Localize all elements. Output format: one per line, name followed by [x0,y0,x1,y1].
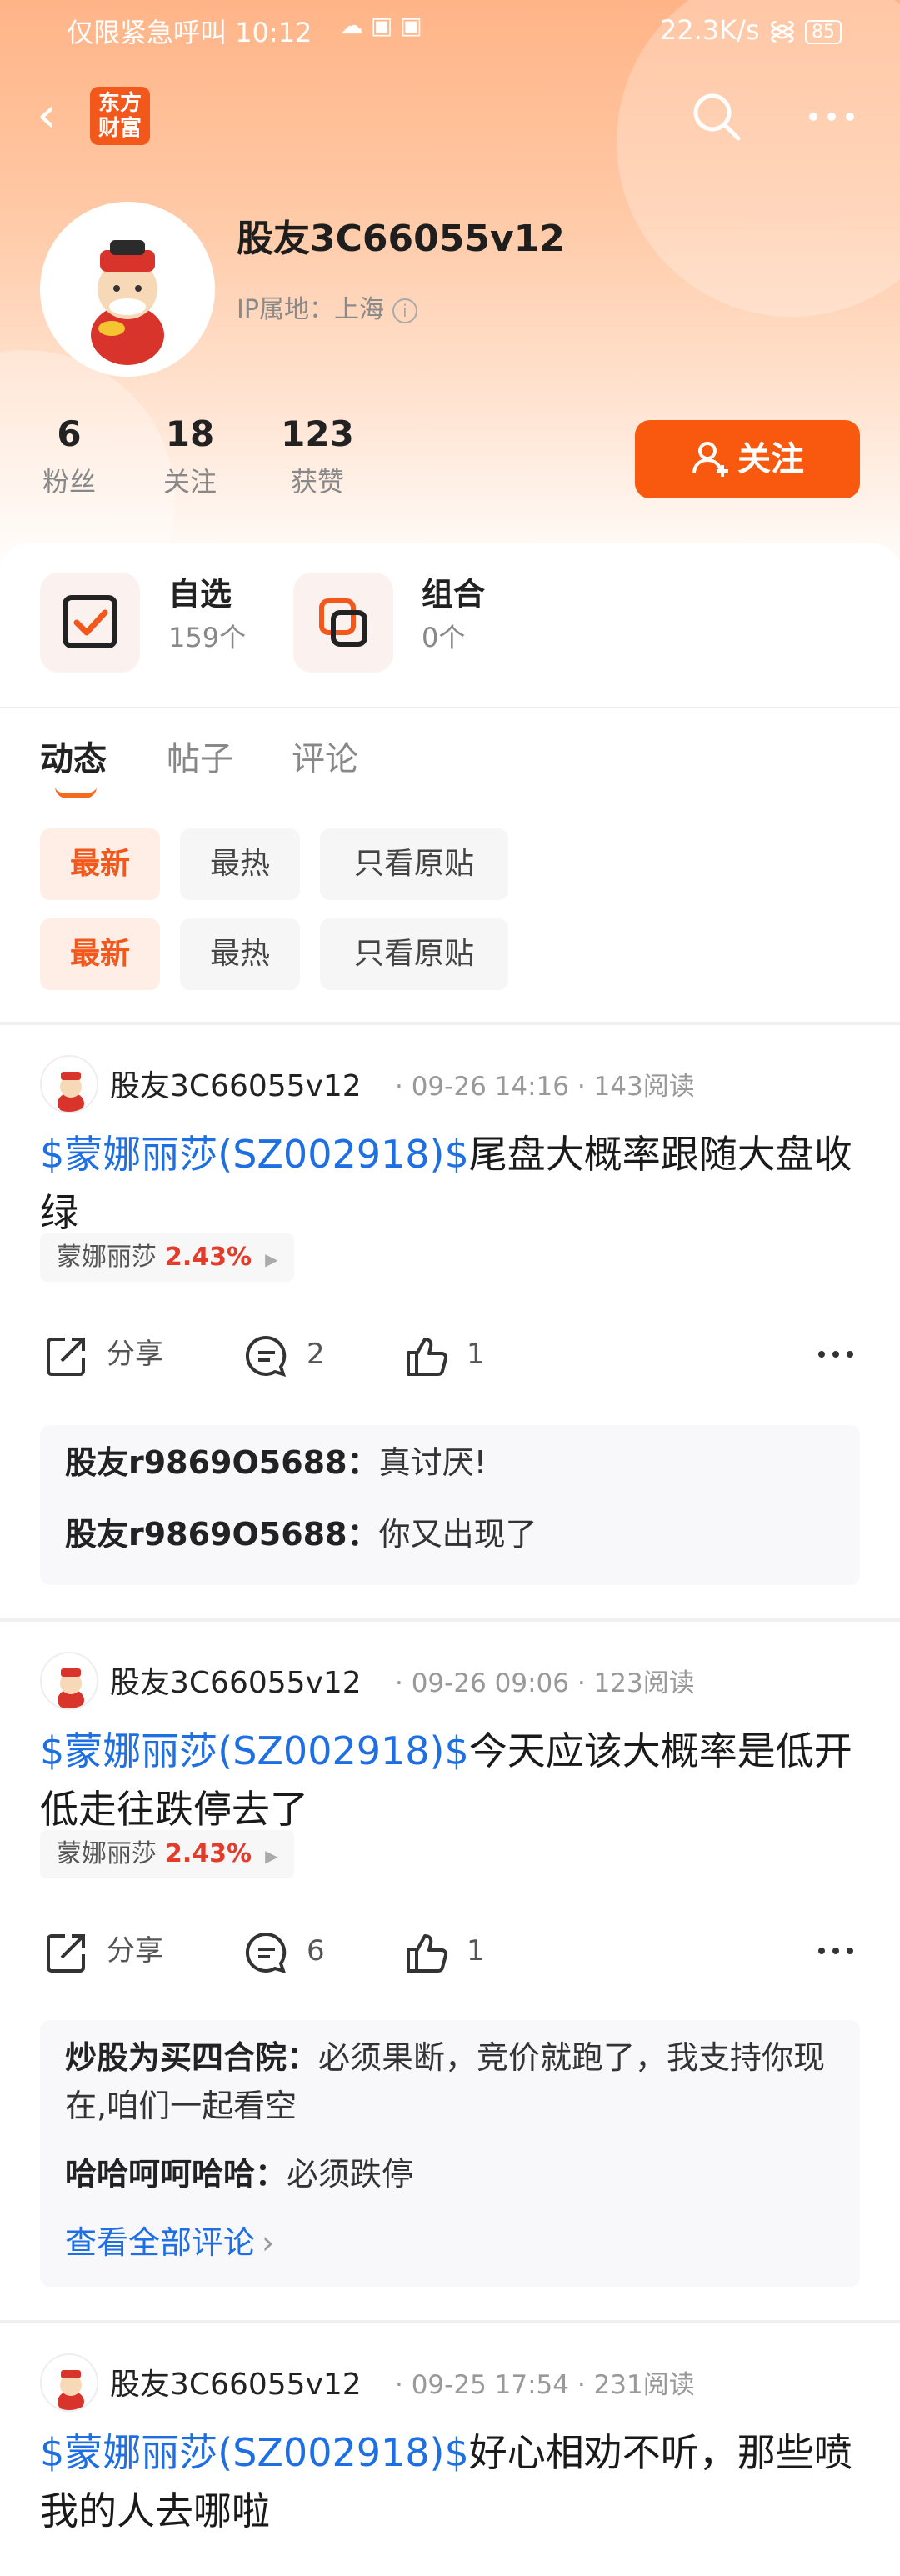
share-button[interactable]: 分享 [43,1922,163,1980]
avatar[interactable] [40,1055,98,1113]
share-icon [47,1933,85,1973]
portfolio-icon [293,573,393,673]
stat-likes: 123 获赞 [281,413,354,498]
clock: 10:12 [235,17,312,48]
wifi-icon: ᯼ [768,14,797,46]
more-options-icon[interactable] [815,1922,857,1980]
post-actions: 分享 6 1 [0,1922,900,1980]
comment-item: 股友r9869O5688：真讨厌! [65,1444,487,1481]
tab-activity[interactable]: 动态 [40,732,107,780]
view-all-comments-link[interactable]: 查看全部评论 › [65,2217,274,2263]
post-card[interactable]: 股友3C66055v12 · 09-26 14:16 · 143阅读 $蒙娜丽莎… [0,1025,900,1620]
comment-button[interactable]: 6 [243,1922,325,1980]
avatar[interactable] [40,2353,98,2412]
share-button[interactable]: 分享 [43,1325,163,1383]
comment-icon [245,1932,287,1973]
search-icon[interactable] [690,90,743,143]
thumbs-up-icon [407,1933,448,1973]
comment-icon [245,1335,287,1377]
stat-following[interactable]: 18 关注 [157,413,223,499]
filter-original[interactable]: 只看原贴 [320,828,508,900]
tab-comments[interactable]: 评论 [292,732,358,780]
carrier-text: 仅限紧急呼叫 [67,17,228,48]
post-meta: · 09-26 09:06 · 123阅读 [395,1668,695,1698]
stock-tag-link[interactable]: $蒙娜丽莎(SZ002918)$ [40,2430,469,2475]
filter-hot[interactable]: 最热 [180,918,300,990]
chevron-right-icon: › [262,2224,275,2261]
post-card[interactable]: 股友3C66055v12 · 09-25 17:54 · 231阅读 $蒙娜丽莎… [0,2323,900,2576]
profile-header: 仅限紧急呼叫 10:12 ☁ ▣ ▣ 22.3K/s ᯼ 85 ‹ 东方财富 股友… [0,0,900,583]
more-icon[interactable] [805,103,858,130]
like-button[interactable]: 1 [403,1325,485,1383]
stock-chip[interactable]: 蒙娜丽莎 2.43% ▶ [40,1830,295,1878]
username: 股友3C66055v12 [237,218,565,260]
share-icon [47,1337,85,1376]
filter-latest[interactable]: 最新 [40,918,160,990]
like-button[interactable]: 1 [403,1922,485,1980]
filter-original[interactable]: 只看原贴 [320,918,508,990]
post-author[interactable]: 股友3C66055v12 [110,1658,362,1702]
info-icon[interactable]: i [392,298,418,323]
post-author[interactable]: 股友3C66055v12 [110,1062,362,1105]
avatar[interactable] [40,202,215,377]
comment-button[interactable]: 2 [243,1325,325,1383]
watchlist-icon [40,573,140,673]
divider [0,707,900,708]
post-actions: 分享 2 1 [0,1325,900,1383]
top-nav: ‹ 东方财富 [0,83,900,150]
network-speed: 22.3K/s [659,14,760,46]
post-meta: · 09-26 14:16 · 143阅读 [395,1072,695,1102]
notification-icons: ☁ ▣ ▣ [340,12,422,39]
post-content[interactable]: $蒙娜丽莎(SZ002918)$好心相劝不听，那些喷我的人去哪啦 [40,2423,865,2540]
post-author[interactable]: 股友3C66055v12 [110,2360,362,2403]
portfolio-entry[interactable]: 组合 0个 [293,568,527,677]
comment-preview[interactable]: 股友r9869O5688：真讨厌! 股友r9869O5688：你又出现了 [40,1425,860,1585]
play-arrow-icon: ▶ [265,1846,278,1866]
comment-item: 哈哈呵呵哈哈：必须跌停 [65,2156,414,2193]
stat-fans[interactable]: 6 粉丝 [40,413,98,499]
filter-latest[interactable]: 最新 [40,828,160,900]
app-logo: 东方财富 [90,87,150,145]
watchlist-entry[interactable]: 自选 159个 [40,568,273,677]
comment-preview[interactable]: 炒股为买四合院：必须果断，竞价就跑了，我支持你现在,咱们一起看空 哈哈呵呵哈哈：… [40,2020,860,2287]
follow-button[interactable]: 关注 [635,420,860,498]
stock-tag-link[interactable]: $蒙娜丽莎(SZ002918)$ [40,1132,469,1177]
stock-tag-link[interactable]: $蒙娜丽莎(SZ002918)$ [40,1728,469,1773]
post-content[interactable]: $蒙娜丽莎(SZ002918)$今天应该大概率是低开低走往跌停去了 [40,1722,865,1838]
comment-item: 股友r9869O5688：你又出现了 [65,1516,538,1553]
avatar[interactable] [40,1652,98,1710]
status-bar: 仅限紧急呼叫 10:12 ☁ ▣ ▣ 22.3K/s ᯼ 85 [0,0,900,60]
thumbs-up-icon [407,1337,448,1376]
post-meta: · 09-25 17:54 · 231阅读 [395,2370,695,2400]
battery-icon: 85 [805,19,842,44]
add-user-icon [692,442,728,477]
tab-posts[interactable]: 帖子 [167,732,233,780]
ip-location: IP属地：上海 i [237,288,418,325]
post-card[interactable]: 股友3C66055v12 · 09-26 09:06 · 123阅读 $蒙娜丽莎… [0,1622,900,2322]
back-arrow-icon[interactable]: ‹ [37,90,70,142]
comment-item: 炒股为买四合院：必须果断，竞价就跑了，我支持你现在,咱们一起看空 [65,2039,826,2124]
tab-indicator [55,787,97,798]
stock-chip[interactable]: 蒙娜丽莎 2.43% ▶ [40,1233,295,1282]
content-panel: 自选 159个 组合 0个 动态 帖子 评论 最新 最热 只看原贴 最新 最热 … [0,543,900,2576]
post-content[interactable]: $蒙娜丽莎(SZ002918)$尾盘大概率跟随大盘收绿 [40,1125,865,1242]
play-arrow-icon: ▶ [265,1249,278,1269]
more-options-icon[interactable] [815,1325,857,1383]
filter-hot[interactable]: 最热 [180,828,300,900]
